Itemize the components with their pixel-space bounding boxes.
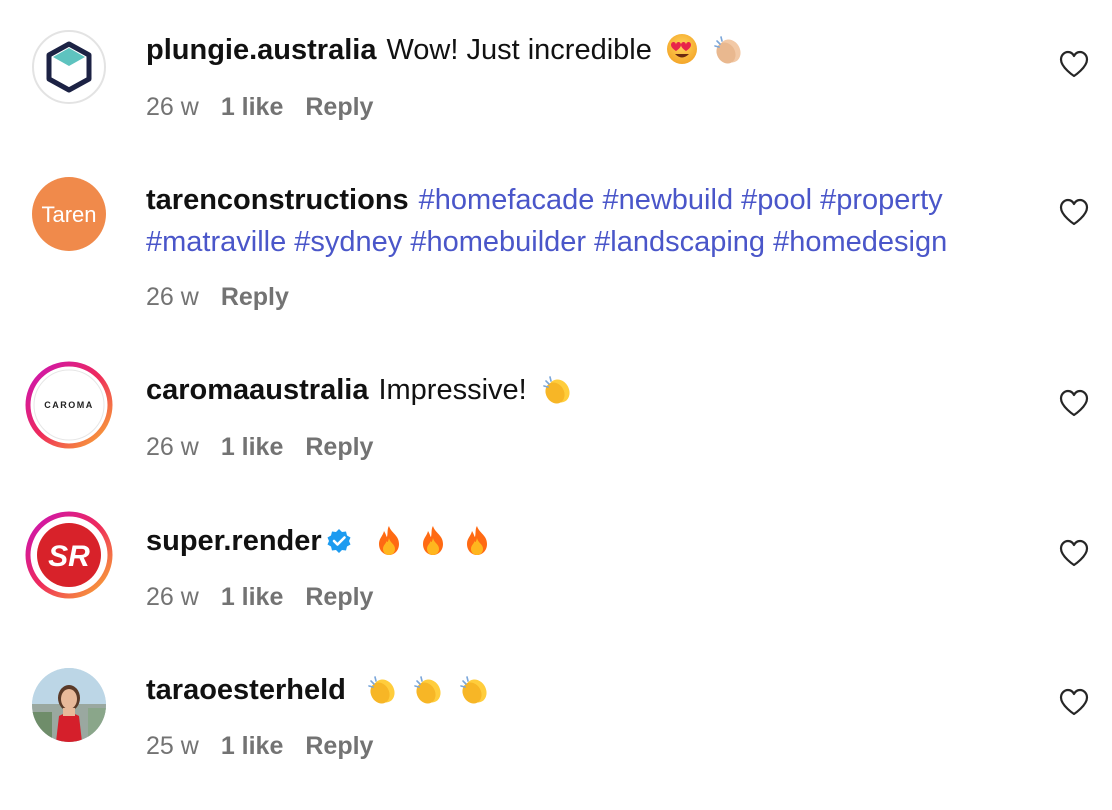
likes-count[interactable]: 1 like <box>221 583 284 611</box>
comment-text: Impressive! <box>378 374 527 406</box>
fire-emoji <box>374 524 404 568</box>
reply-button[interactable]: Reply <box>305 93 373 121</box>
comment-text: Wow! Just incredible <box>386 34 652 66</box>
comment-username[interactable]: super.render <box>146 525 322 557</box>
comment-timestamp: 26 w <box>146 283 199 311</box>
comment-username[interactable]: plungie.australia <box>146 34 376 66</box>
comment-hashtags[interactable]: #homefacade #newbuild #pool #property <box>419 184 943 216</box>
user-photo-icon <box>32 668 106 742</box>
comment-username[interactable]: taraoesterheld <box>146 674 346 706</box>
reply-button[interactable]: Reply <box>305 732 373 760</box>
avatar-text: Taren <box>41 202 96 227</box>
avatar-text: CAROMA <box>44 400 94 410</box>
hexagon-cube-icon <box>46 41 92 93</box>
like-heart-icon[interactable] <box>1059 50 1089 78</box>
likes-count[interactable]: 1 like <box>221 732 284 760</box>
comment-timestamp: 26 w <box>146 583 199 611</box>
comment-timestamp: 25 w <box>146 732 199 760</box>
comment-timestamp: 26 w <box>146 433 199 461</box>
caroma-logo-icon: CAROMA <box>25 361 113 449</box>
avatar[interactable] <box>32 668 106 742</box>
fire-emoji <box>418 524 448 568</box>
taren-logo-icon: Taren <box>41 202 96 227</box>
avatar[interactable]: Taren <box>32 177 106 251</box>
reply-button[interactable]: Reply <box>221 283 289 311</box>
reply-button[interactable]: Reply <box>305 433 373 461</box>
comment-username[interactable]: tarenconstructions <box>146 184 409 216</box>
likes-count[interactable]: 1 like <box>221 93 284 121</box>
comment-hashtags[interactable]: #matraville #sydney #homebuilder #landsc… <box>146 226 947 258</box>
avatar-text: SR <box>48 540 90 573</box>
heart-eyes-emoji <box>666 33 698 77</box>
fire-emoji <box>462 524 492 568</box>
clapping-hands-emoji <box>366 673 398 717</box>
avatar[interactable]: SR <box>25 511 113 599</box>
super-render-logo-icon: SR <box>25 511 113 599</box>
like-heart-icon[interactable] <box>1059 539 1089 567</box>
clapping-hands-emoji <box>541 373 573 417</box>
like-heart-icon[interactable] <box>1059 198 1089 226</box>
verified-badge-icon <box>326 524 352 566</box>
avatar[interactable] <box>32 30 106 104</box>
reply-button[interactable]: Reply <box>305 583 373 611</box>
comment-username[interactable]: caromaaustralia <box>146 374 368 406</box>
like-heart-icon[interactable] <box>1059 389 1089 417</box>
comment-timestamp: 26 w <box>146 93 199 121</box>
clapping-hands-emoji <box>412 673 444 717</box>
avatar[interactable]: CAROMA <box>25 361 113 449</box>
like-heart-icon[interactable] <box>1059 688 1089 716</box>
clapping-hands-emoji <box>458 673 490 717</box>
likes-count[interactable]: 1 like <box>221 433 284 461</box>
clapping-hands-emoji <box>712 33 744 77</box>
